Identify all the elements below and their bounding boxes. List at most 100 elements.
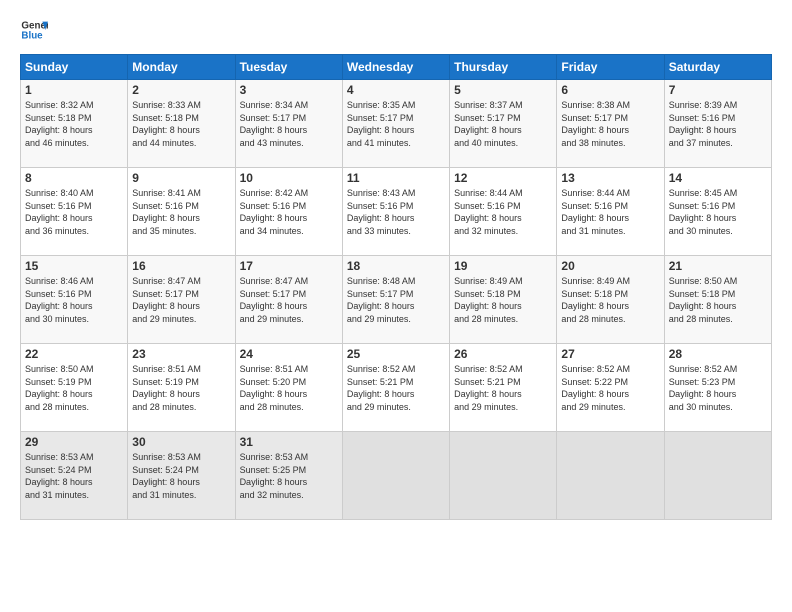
day-number: 4 — [347, 83, 445, 97]
day-cell: 12 Sunrise: 8:44 AM Sunset: 5:16 PM Dayli… — [450, 168, 557, 256]
day-info: Sunrise: 8:50 AM Sunset: 5:18 PM Dayligh… — [669, 275, 767, 325]
day-cell: 8Sunrise: 8:40 AM Sunset: 5:16 PM Daylig… — [21, 168, 128, 256]
day-cell: 31Sunrise: 8:53 AM Sunset: 5:25 PM Dayli… — [235, 432, 342, 520]
day-info: Sunrise: 8:50 AM Sunset: 5:19 PM Dayligh… — [25, 363, 123, 413]
day-cell: 21 Sunrise: 8:50 AM Sunset: 5:18 PM Dayli… — [664, 256, 771, 344]
day-cell: 19 Sunrise: 8:49 AM Sunset: 5:18 PM Dayli… — [450, 256, 557, 344]
day-cell: 15 Sunrise: 8:46 AM Sunset: 5:16 PM Dayli… — [21, 256, 128, 344]
day-number: 5 — [454, 83, 552, 97]
header-cell-thursday: Thursday — [450, 55, 557, 80]
day-cell: 1Sunrise: 8:32 AM Sunset: 5:18 PM Daylig… — [21, 80, 128, 168]
day-info: Sunrise: 8:52 AM Sunset: 5:21 PM Dayligh… — [347, 363, 445, 413]
day-cell: 11Sunrise: 8:43 AM Sunset: 5:16 PM Dayli… — [342, 168, 449, 256]
day-number: 3 — [240, 83, 338, 97]
day-number: 13 — [561, 171, 659, 185]
day-info: Sunrise: 8:52 AM Sunset: 5:21 PM Dayligh… — [454, 363, 552, 413]
day-number: 20 — [561, 259, 659, 273]
day-number: 6 — [561, 83, 659, 97]
day-number: 12 — [454, 171, 552, 185]
day-number: 23 — [132, 347, 230, 361]
day-info: Sunrise: 8:33 AM Sunset: 5:18 PM Dayligh… — [132, 99, 230, 149]
logo: General Blue — [20, 16, 48, 44]
day-cell — [557, 432, 664, 520]
week-row-1: 8Sunrise: 8:40 AM Sunset: 5:16 PM Daylig… — [21, 168, 772, 256]
day-cell: 5 Sunrise: 8:37 AM Sunset: 5:17 PM Daylig… — [450, 80, 557, 168]
day-cell: 28Sunrise: 8:52 AM Sunset: 5:23 PM Dayli… — [664, 344, 771, 432]
day-info: Sunrise: 8:44 AM Sunset: 5:16 PM Dayligh… — [454, 187, 552, 237]
day-number: 22 — [25, 347, 123, 361]
day-cell: 4 Sunrise: 8:35 AM Sunset: 5:17 PM Daylig… — [342, 80, 449, 168]
day-number: 28 — [669, 347, 767, 361]
day-info: Sunrise: 8:49 AM Sunset: 5:18 PM Dayligh… — [454, 275, 552, 325]
day-info: Sunrise: 8:53 AM Sunset: 5:24 PM Dayligh… — [132, 451, 230, 501]
day-cell: 14 Sunrise: 8:45 AM Sunset: 5:16 PM Dayli… — [664, 168, 771, 256]
day-info: Sunrise: 8:48 AM Sunset: 5:17 PM Dayligh… — [347, 275, 445, 325]
day-info: Sunrise: 8:39 AM Sunset: 5:16 PM Dayligh… — [669, 99, 767, 149]
header-cell-friday: Friday — [557, 55, 664, 80]
day-number: 26 — [454, 347, 552, 361]
day-number: 14 — [669, 171, 767, 185]
day-cell: 24Sunrise: 8:51 AM Sunset: 5:20 PM Dayli… — [235, 344, 342, 432]
day-number: 2 — [132, 83, 230, 97]
day-cell: 20Sunrise: 8:49 AM Sunset: 5:18 PM Dayli… — [557, 256, 664, 344]
week-row-2: 15 Sunrise: 8:46 AM Sunset: 5:16 PM Dayli… — [21, 256, 772, 344]
day-number: 9 — [132, 171, 230, 185]
day-info: Sunrise: 8:47 AM Sunset: 5:17 PM Dayligh… — [240, 275, 338, 325]
day-cell: 25 Sunrise: 8:52 AM Sunset: 5:21 PM Dayli… — [342, 344, 449, 432]
day-number: 16 — [132, 259, 230, 273]
day-info: Sunrise: 8:32 AM Sunset: 5:18 PM Dayligh… — [25, 99, 123, 149]
day-number: 18 — [347, 259, 445, 273]
day-cell: 29Sunrise: 8:53 AM Sunset: 5:24 PM Dayli… — [21, 432, 128, 520]
day-cell: 3 Sunrise: 8:34 AM Sunset: 5:17 PM Daylig… — [235, 80, 342, 168]
day-info: Sunrise: 8:41 AM Sunset: 5:16 PM Dayligh… — [132, 187, 230, 237]
day-info: Sunrise: 8:52 AM Sunset: 5:22 PM Dayligh… — [561, 363, 659, 413]
day-info: Sunrise: 8:44 AM Sunset: 5:16 PM Dayligh… — [561, 187, 659, 237]
day-cell — [450, 432, 557, 520]
header-cell-wednesday: Wednesday — [342, 55, 449, 80]
day-cell: 30 Sunrise: 8:53 AM Sunset: 5:24 PM Dayli… — [128, 432, 235, 520]
week-row-4: 29Sunrise: 8:53 AM Sunset: 5:24 PM Dayli… — [21, 432, 772, 520]
header-cell-tuesday: Tuesday — [235, 55, 342, 80]
day-info: Sunrise: 8:43 AM Sunset: 5:16 PM Dayligh… — [347, 187, 445, 237]
day-info: Sunrise: 8:45 AM Sunset: 5:16 PM Dayligh… — [669, 187, 767, 237]
header-cell-monday: Monday — [128, 55, 235, 80]
day-info: Sunrise: 8:35 AM Sunset: 5:17 PM Dayligh… — [347, 99, 445, 149]
day-number: 21 — [669, 259, 767, 273]
day-info: Sunrise: 8:42 AM Sunset: 5:16 PM Dayligh… — [240, 187, 338, 237]
calendar-container: General Blue SundayMondayTuesdayWednesda… — [0, 0, 792, 612]
svg-text:Blue: Blue — [21, 30, 43, 41]
day-cell: 2 Sunrise: 8:33 AM Sunset: 5:18 PM Daylig… — [128, 80, 235, 168]
day-number: 15 — [25, 259, 123, 273]
header: General Blue — [20, 16, 772, 44]
day-cell: 13 Sunrise: 8:44 AM Sunset: 5:16 PM Dayli… — [557, 168, 664, 256]
day-number: 30 — [132, 435, 230, 449]
day-cell — [342, 432, 449, 520]
day-number: 8 — [25, 171, 123, 185]
day-number: 25 — [347, 347, 445, 361]
day-cell: 17 Sunrise: 8:47 AM Sunset: 5:17 PM Dayli… — [235, 256, 342, 344]
day-info: Sunrise: 8:46 AM Sunset: 5:16 PM Dayligh… — [25, 275, 123, 325]
day-cell: 6Sunrise: 8:38 AM Sunset: 5:17 PM Daylig… — [557, 80, 664, 168]
day-number: 19 — [454, 259, 552, 273]
day-cell: 26 Sunrise: 8:52 AM Sunset: 5:21 PM Dayli… — [450, 344, 557, 432]
day-cell — [664, 432, 771, 520]
day-info: Sunrise: 8:47 AM Sunset: 5:17 PM Dayligh… — [132, 275, 230, 325]
calendar-table: SundayMondayTuesdayWednesdayThursdayFrid… — [20, 54, 772, 520]
day-info: Sunrise: 8:53 AM Sunset: 5:24 PM Dayligh… — [25, 451, 123, 501]
day-info: Sunrise: 8:53 AM Sunset: 5:25 PM Dayligh… — [240, 451, 338, 501]
day-info: Sunrise: 8:34 AM Sunset: 5:17 PM Dayligh… — [240, 99, 338, 149]
day-cell: 23Sunrise: 8:51 AM Sunset: 5:19 PM Dayli… — [128, 344, 235, 432]
day-cell: 9 Sunrise: 8:41 AM Sunset: 5:16 PM Daylig… — [128, 168, 235, 256]
day-cell: 10 Sunrise: 8:42 AM Sunset: 5:16 PM Dayli… — [235, 168, 342, 256]
week-row-3: 22 Sunrise: 8:50 AM Sunset: 5:19 PM Dayli… — [21, 344, 772, 432]
day-number: 7 — [669, 83, 767, 97]
day-cell: 27Sunrise: 8:52 AM Sunset: 5:22 PM Dayli… — [557, 344, 664, 432]
day-cell: 18 Sunrise: 8:48 AM Sunset: 5:17 PM Dayli… — [342, 256, 449, 344]
header-cell-sunday: Sunday — [21, 55, 128, 80]
day-number: 17 — [240, 259, 338, 273]
day-number: 10 — [240, 171, 338, 185]
day-info: Sunrise: 8:37 AM Sunset: 5:17 PM Dayligh… — [454, 99, 552, 149]
day-number: 24 — [240, 347, 338, 361]
header-cell-saturday: Saturday — [664, 55, 771, 80]
logo-icon: General Blue — [20, 16, 48, 44]
